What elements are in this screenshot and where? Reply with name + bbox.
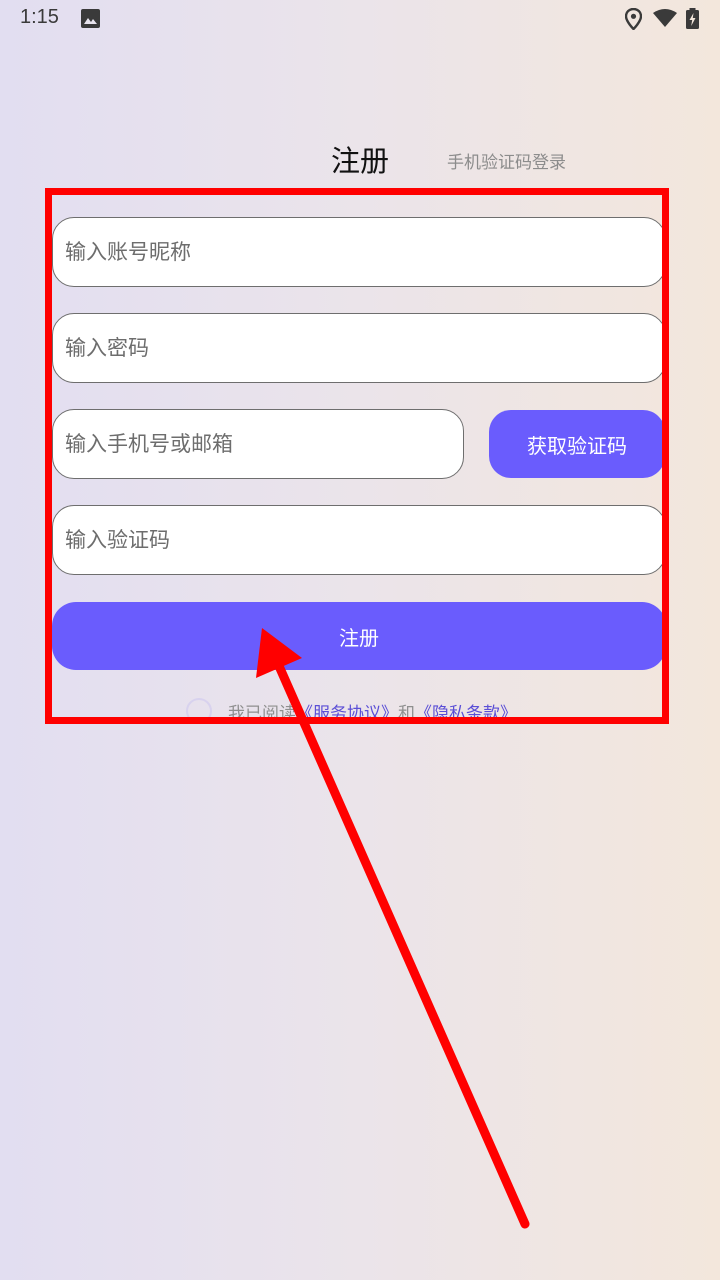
agreement-row: 我已阅读 《服务协议》 和 《隐私条款》: [186, 697, 517, 725]
agreement-prefix: 我已阅读: [228, 703, 296, 724]
service-agreement-link[interactable]: 《服务协议》: [296, 699, 398, 724]
battery-charging-icon: [686, 8, 699, 29]
verification-code-input[interactable]: [53, 506, 665, 574]
password-input[interactable]: [53, 314, 665, 382]
nickname-field[interactable]: [52, 217, 666, 287]
phone-email-field[interactable]: [52, 409, 464, 479]
agreement-checkbox[interactable]: [186, 698, 212, 724]
status-bar: 1:15: [0, 0, 720, 36]
privacy-policy-link[interactable]: 《隐私条款》: [415, 699, 517, 724]
register-button[interactable]: 注册: [52, 602, 666, 670]
nickname-input[interactable]: [53, 218, 665, 286]
password-field[interactable]: [52, 313, 666, 383]
image-icon: [81, 9, 100, 28]
location-icon: [625, 8, 642, 30]
phone-email-input[interactable]: [53, 410, 463, 478]
tab-register[interactable]: 注册: [331, 138, 389, 180]
status-time: 1:15: [20, 6, 59, 28]
agreement-connector: 和: [398, 703, 415, 724]
verification-code-field[interactable]: [52, 505, 666, 575]
wifi-icon: [653, 9, 677, 27]
get-code-button[interactable]: 获取验证码: [489, 410, 665, 478]
auth-tabs: 注册 手机验证码登录: [0, 136, 720, 184]
tab-sms-login[interactable]: 手机验证码登录: [447, 148, 566, 173]
